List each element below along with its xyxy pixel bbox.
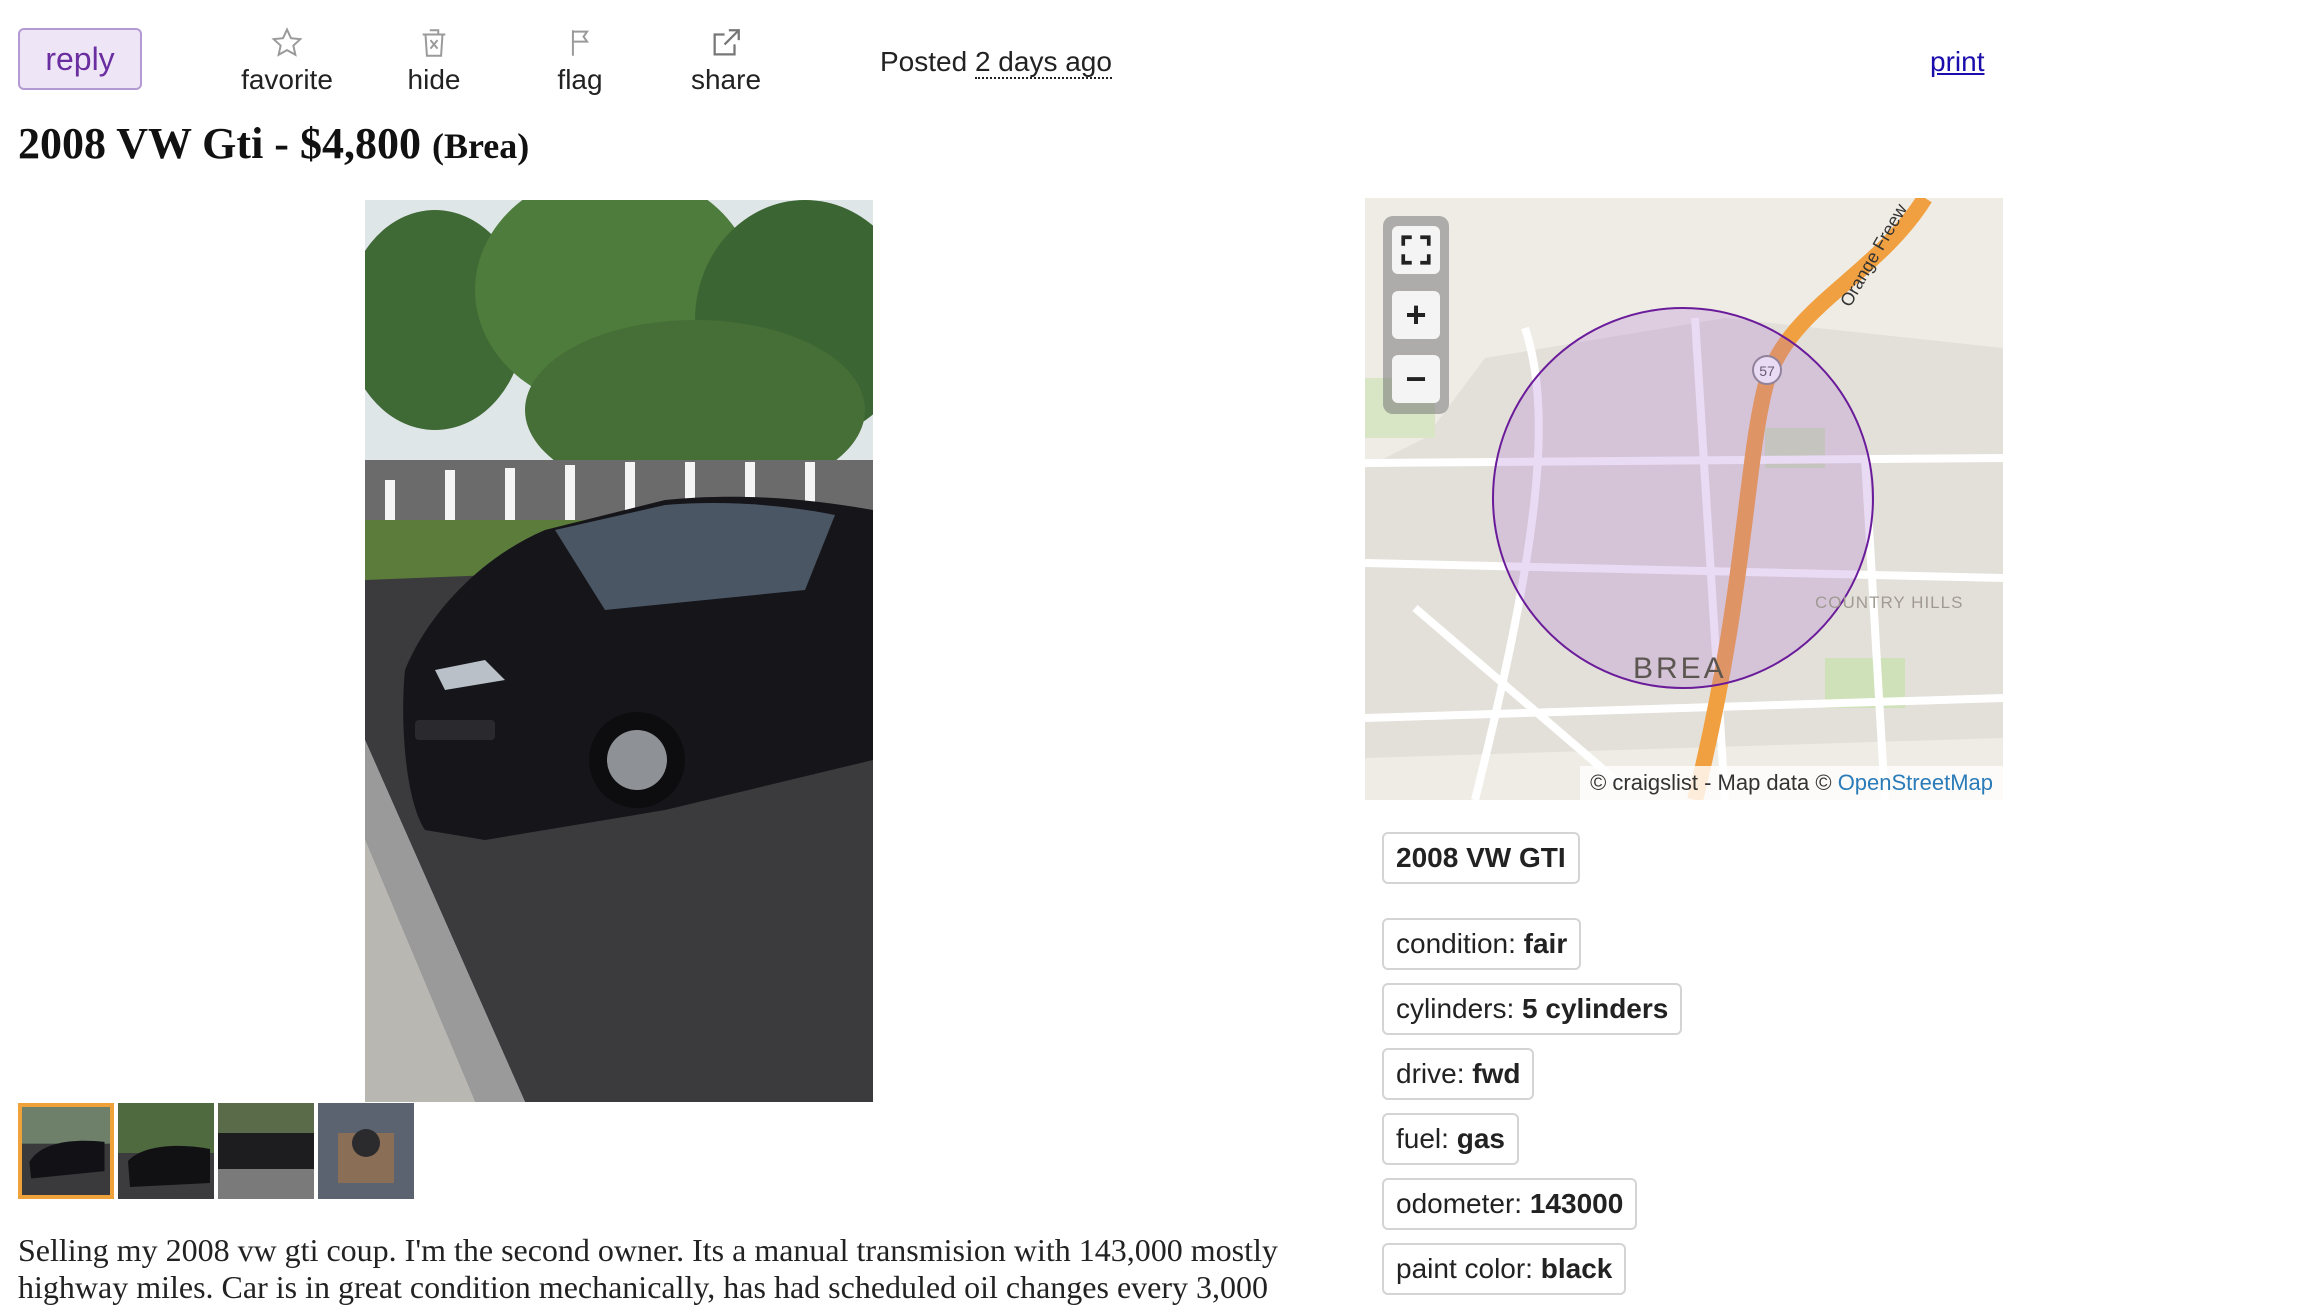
flag-icon (520, 26, 640, 62)
attr-headline-text: 2008 VW GTI (1396, 842, 1566, 873)
attr-key: condition: (1396, 928, 1516, 959)
thumbnail-4[interactable] (318, 1103, 414, 1199)
plus-icon: + (1405, 294, 1427, 335)
favorite-button[interactable]: favorite (227, 26, 347, 96)
car-photo-image (365, 200, 873, 1102)
zoom-in-button[interactable]: + (1392, 291, 1440, 339)
attr-value: fair (1523, 928, 1568, 959)
star-icon (227, 26, 347, 62)
flag-button[interactable]: flag (520, 26, 640, 96)
location-map[interactable]: 57 Orange Freew COUNTRY HILLS BREA + − ©… (1365, 198, 2003, 800)
attr-fuel: fuel: gas (1382, 1113, 1519, 1165)
posted-time: 2 days ago (974, 46, 1112, 79)
posted-prefix: Posted (880, 46, 968, 77)
attr-key: drive: (1396, 1058, 1465, 1089)
openstreetmap-link[interactable]: OpenStreetMap (1838, 770, 1993, 795)
minus-icon: − (1405, 358, 1427, 399)
hide-button[interactable]: hide (374, 26, 494, 96)
attr-key: cylinders: (1396, 993, 1515, 1024)
thumbnail-2[interactable] (118, 1103, 214, 1199)
flag-label: flag (557, 64, 603, 95)
posted-date: Posted 2 days ago (880, 46, 1112, 79)
attribution-text: © craigslist - Map data © (1590, 770, 1832, 795)
fullscreen-icon (1401, 235, 1431, 265)
thumbnail-1[interactable] (18, 1103, 114, 1199)
posting-body: Selling my 2008 vw gti coup. I'm the sec… (18, 1232, 1278, 1305)
posting-location: (Brea) (431, 126, 530, 166)
hide-label: hide (407, 64, 461, 95)
print-link[interactable]: print (1930, 46, 1984, 78)
attr-drive: drive: fwd (1382, 1048, 1535, 1100)
attr-cylinders: cylinders: 5 cylinders (1382, 983, 1683, 1035)
zoom-out-button[interactable]: − (1392, 355, 1440, 403)
attr-value: gas (1456, 1123, 1505, 1154)
share-label: share (690, 64, 762, 95)
attr-paint-color: paint color: black (1382, 1243, 1627, 1295)
attr-key: fuel: (1396, 1123, 1449, 1154)
thumbnail-3[interactable] (218, 1103, 314, 1199)
map-controls: + − (1383, 216, 1449, 414)
attr-value: 5 cylinders (1522, 993, 1669, 1024)
attr-key: paint color: (1396, 1253, 1533, 1284)
share-button[interactable]: share (666, 26, 786, 96)
trash-icon (374, 26, 494, 62)
posting-title: 2008 VW Gti - $4,800 (Brea) (18, 118, 529, 169)
place-label: BREA (1633, 652, 1727, 685)
area-label: COUNTRY HILLS (1815, 593, 1963, 612)
attr-headline: 2008 VW GTI (1382, 832, 1580, 884)
attr-odometer: odometer: 143000 (1382, 1178, 1638, 1230)
attr-key: odometer: (1396, 1188, 1523, 1219)
attr-value: black (1540, 1253, 1613, 1284)
fullscreen-button[interactable] (1392, 226, 1440, 274)
share-icon (666, 26, 786, 62)
reply-button[interactable]: reply (18, 28, 142, 90)
map-tiles: 57 Orange Freew COUNTRY HILLS BREA (1365, 198, 2003, 800)
posting-title-text: 2008 VW Gti - $4,800 (18, 119, 421, 168)
favorite-label: favorite (241, 64, 333, 95)
attr-value: 143000 (1529, 1188, 1624, 1219)
attr-value: fwd (1472, 1058, 1521, 1089)
map-attribution: © craigslist - Map data © OpenStreetMap (1580, 766, 2003, 800)
attr-condition: condition: fair (1382, 918, 1582, 970)
main-photo[interactable] (365, 200, 873, 1102)
